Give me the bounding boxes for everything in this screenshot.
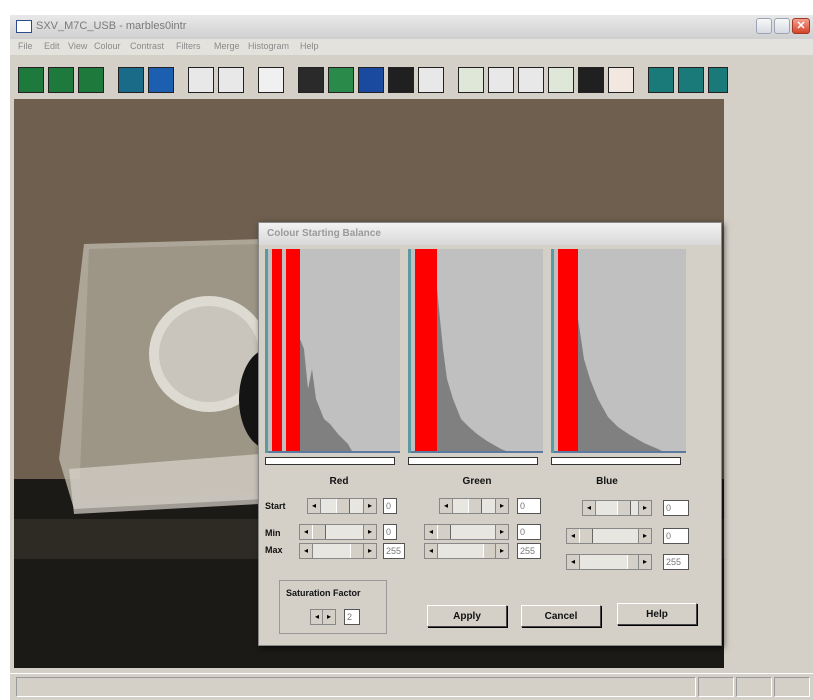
title-bar[interactable]: SXV_M7C_USB - marbles0intr ✕ <box>10 15 813 40</box>
green-range-bar[interactable] <box>408 457 538 465</box>
red-start-value[interactable]: 0 <box>383 498 397 514</box>
menu-colour[interactable]: Colour <box>94 41 121 51</box>
red-max-slider[interactable]: ◂ ▸ <box>299 543 377 559</box>
blue-max-slider[interactable]: ◂ ▸ <box>566 554 652 570</box>
red-min-slider[interactable]: ◂ ▸ <box>299 524 377 540</box>
blue-range-bar[interactable] <box>551 457 681 465</box>
black-white-balance-icon[interactable] <box>388 67 414 93</box>
import-image-icon[interactable] <box>188 67 214 93</box>
window-title: SXV_M7C_USB - marbles0intr <box>36 20 187 32</box>
green-max-slider[interactable]: ◂ ▸ <box>424 543 509 559</box>
maximize-button[interactable] <box>774 18 790 34</box>
tile-icon[interactable] <box>678 67 704 93</box>
close-button[interactable]: ✕ <box>792 18 810 34</box>
green-min-value[interactable]: 0 <box>517 524 541 540</box>
saturation-group: Saturation Factor ◂ ▸ 2 <box>279 580 387 634</box>
red-min-value[interactable]: 0 <box>383 524 397 540</box>
status-bar <box>10 673 813 700</box>
menu-filters[interactable]: Filters <box>176 41 201 51</box>
histogram-ramp-icon[interactable] <box>518 67 544 93</box>
colour-balance-dialog: Colour Starting Balance Red Green Blue S… <box>258 222 722 646</box>
green-min-slider[interactable]: ◂ ▸ <box>424 524 509 540</box>
blue-start-value[interactable]: 0 <box>663 500 689 516</box>
red-label: Red <box>329 476 349 487</box>
red-max-value[interactable]: 255 <box>383 543 405 559</box>
camera-settings-icon[interactable] <box>78 67 104 93</box>
green-histogram[interactable] <box>408 249 543 453</box>
blue-histogram[interactable] <box>551 249 686 453</box>
dialog-title-bar[interactable]: Colour Starting Balance <box>259 223 721 245</box>
menu-view[interactable]: View <box>68 41 87 51</box>
blue-start-slider[interactable]: ◂ ▸ <box>582 500 652 516</box>
open-file-icon[interactable] <box>118 67 144 93</box>
histogram-low-icon[interactable] <box>488 67 514 93</box>
transfer-icon[interactable] <box>418 67 444 93</box>
colour-bars-icon[interactable] <box>358 67 384 93</box>
green-max-value[interactable]: 255 <box>517 543 541 559</box>
toolbar <box>10 55 813 97</box>
histogram-peak-icon[interactable] <box>548 67 574 93</box>
red-start-slider[interactable]: ◂ ▸ <box>307 498 377 514</box>
apply-button[interactable]: Apply <box>427 605 507 627</box>
status-cell-2 <box>736 677 772 697</box>
blue-label: Blue <box>596 476 618 487</box>
minimize-button[interactable] <box>756 18 772 34</box>
balance-icon[interactable] <box>578 67 604 93</box>
green-start-slider[interactable]: ◂ ▸ <box>439 498 509 514</box>
status-cell-1 <box>698 677 734 697</box>
saturation-label: Saturation Factor <box>286 588 361 598</box>
document-info-icon[interactable] <box>258 67 284 93</box>
camera-capture-icon[interactable] <box>48 67 74 93</box>
help-button[interactable]: Help <box>617 603 697 625</box>
menu-help[interactable]: Help <box>300 41 319 51</box>
menu-histogram[interactable]: Histogram <box>248 41 289 51</box>
menu-bar: File Edit View Colour Contrast Filters M… <box>10 39 813 55</box>
blue-min-value[interactable]: 0 <box>663 528 689 544</box>
green-start-value[interactable]: 0 <box>517 498 541 514</box>
saturation-spinner[interactable]: ◂ ▸ <box>310 609 336 625</box>
min-label: Min <box>265 528 281 538</box>
menu-contrast[interactable]: Contrast <box>130 41 164 51</box>
display-icon[interactable] <box>298 67 324 93</box>
red-range-bar[interactable] <box>265 457 395 465</box>
max-label: Max <box>265 545 283 555</box>
green-label: Green <box>462 476 492 487</box>
blue-min-slider[interactable]: ◂ ▸ <box>566 528 652 544</box>
grid-icon[interactable] <box>708 67 728 93</box>
saturation-value[interactable]: 2 <box>344 609 360 625</box>
camera-connect-icon[interactable] <box>18 67 44 93</box>
menu-edit[interactable]: Edit <box>44 41 60 51</box>
blue-max-value[interactable]: 255 <box>663 554 689 570</box>
start-label: Start <box>265 501 286 511</box>
save-file-icon[interactable] <box>148 67 174 93</box>
close-icon: ✕ <box>796 20 806 32</box>
mosaic-icon[interactable] <box>648 67 674 93</box>
levels-icon[interactable] <box>328 67 354 93</box>
status-message <box>16 677 696 697</box>
menu-file[interactable]: File <box>18 41 33 51</box>
status-cell-3 <box>774 677 810 697</box>
side-panel <box>724 99 813 668</box>
red-histogram[interactable] <box>265 249 400 453</box>
menu-merge[interactable]: Merge <box>214 41 240 51</box>
export-image-icon[interactable] <box>218 67 244 93</box>
dialog-title: Colour Starting Balance <box>267 228 381 239</box>
cancel-button[interactable]: Cancel <box>521 605 601 627</box>
app-icon <box>16 20 32 33</box>
histogram-flat-icon[interactable] <box>458 67 484 93</box>
histogram-colour-icon[interactable] <box>608 67 634 93</box>
